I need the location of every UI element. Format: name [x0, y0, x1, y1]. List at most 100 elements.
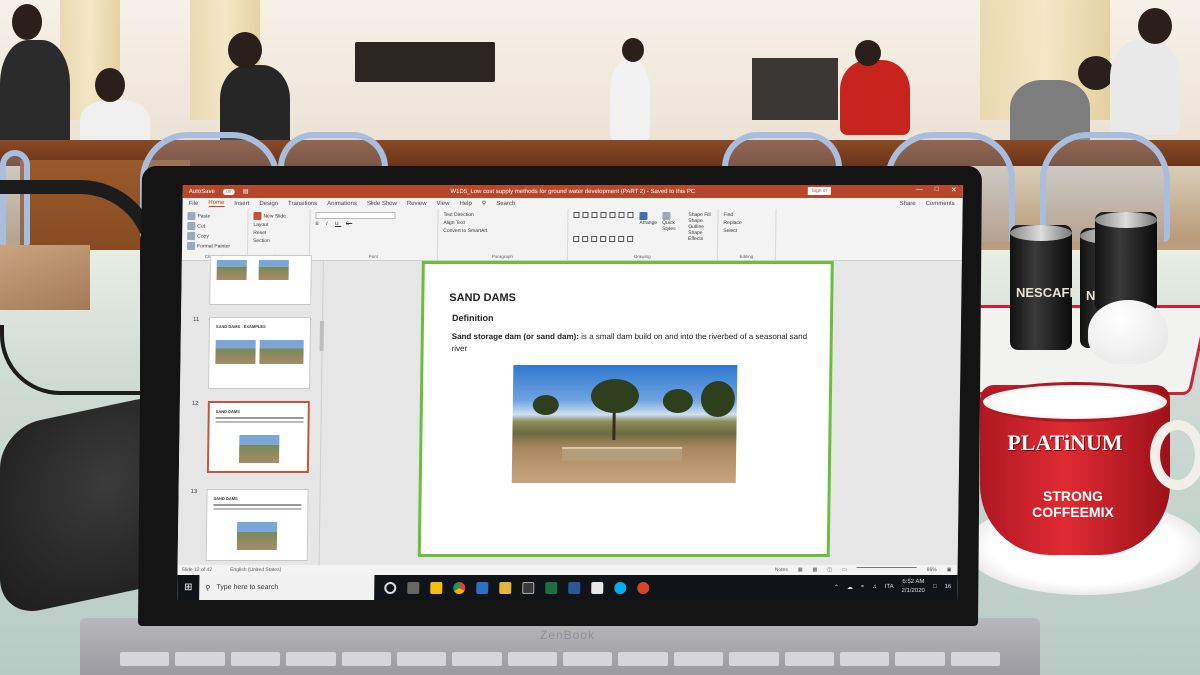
thumbnail-text [215, 417, 304, 419]
quick-styles-label: Quick Styles [662, 220, 676, 232]
shape-icon [582, 212, 589, 218]
dam-wall [562, 447, 683, 461]
slide-sorter-icon[interactable]: ▩ [813, 567, 818, 573]
shape-effects-button[interactable]: Shape Effects [688, 230, 712, 242]
slideshow-icon[interactable]: ▭ [842, 567, 847, 573]
taskbar-search[interactable]: ⚲ Type here to search [199, 575, 375, 600]
shape-outline-button[interactable]: Shape Outline [688, 218, 712, 230]
tab-review[interactable]: Review [407, 201, 427, 207]
italic-icon[interactable]: I [326, 221, 330, 227]
person-head [1138, 8, 1172, 44]
shapes-gallery[interactable] [573, 212, 635, 257]
format-painter-button[interactable]: Format Painter [186, 242, 242, 250]
windows-start-icon[interactable]: ⊞ [177, 582, 199, 593]
skype-icon[interactable] [614, 581, 627, 594]
align-text-button[interactable]: Align Text [443, 220, 562, 226]
tab-design[interactable]: Design [259, 201, 278, 207]
chrome-icon[interactable] [453, 581, 466, 594]
slide-thumbnail[interactable]: SAND DAMS [205, 489, 309, 561]
tab-home[interactable]: Home [208, 200, 225, 207]
person-head [1078, 56, 1114, 90]
search-icon[interactable]: ⚲ [482, 200, 487, 207]
sticky-notes-icon[interactable] [430, 581, 443, 594]
cortana-icon[interactable] [384, 581, 397, 594]
wifi-icon[interactable]: ≈ [861, 584, 864, 590]
close-icon[interactable]: ✕ [951, 186, 957, 194]
bold-icon[interactable]: B [315, 221, 321, 227]
slide-thumbnail[interactable] [209, 255, 312, 305]
convert-smartart-button[interactable]: Convert to SmartArt [443, 228, 562, 234]
shape-icon [573, 235, 580, 242]
chevron-up-icon[interactable]: ⌃ [834, 584, 839, 591]
person [0, 40, 70, 150]
reading-view-icon[interactable]: ◫ [827, 567, 832, 573]
arrange-button[interactable]: Arrange [639, 212, 657, 257]
zoom-slider[interactable] [856, 567, 917, 568]
layout-button[interactable]: Layout [253, 222, 304, 228]
text-direction-button[interactable]: Text Direction [443, 212, 562, 218]
word-icon[interactable] [568, 581, 581, 594]
section-button[interactable]: Section [253, 238, 304, 244]
reset-button[interactable]: Reset [253, 230, 304, 236]
quick-styles-button[interactable]: Quick Styles [662, 212, 684, 257]
input-language[interactable]: ITA [885, 584, 894, 590]
task-view-icon[interactable] [407, 581, 420, 594]
powerpoint-icon[interactable] [637, 581, 650, 594]
slide-title: SAND DAMS [449, 292, 517, 304]
normal-view-icon[interactable]: ▦ [798, 567, 803, 573]
tab-help[interactable]: Help [459, 201, 471, 207]
notes-button[interactable]: Notes [775, 567, 788, 573]
clock-date: 2/1/2020 [901, 588, 925, 594]
language-status[interactable]: English (United States) [230, 567, 281, 573]
arrange-icon [639, 212, 648, 220]
slide-thumbnail[interactable]: SAND DAMS - EXAMPLES [208, 317, 312, 389]
fit-slide-icon[interactable]: ▣ [947, 567, 952, 573]
tabs-right: Share Comments [900, 201, 955, 207]
tab-view[interactable]: View [437, 201, 450, 207]
font-name-select[interactable] [315, 212, 396, 219]
tab-search[interactable]: Search [496, 201, 515, 207]
paste-icon [187, 212, 196, 220]
tab-animations[interactable]: Animations [327, 201, 357, 207]
taskbar-clock[interactable]: 6:52 AM 2/1/2020 [901, 578, 925, 596]
cut-button[interactable]: Cut [187, 222, 242, 230]
slide-thumbnail-selected[interactable]: SAND DAMS [206, 401, 310, 473]
comments-button[interactable]: Comments [926, 201, 955, 207]
editing-label: Editing [739, 254, 754, 259]
minimize-icon[interactable]: — [916, 186, 923, 194]
thumbnail-scrollbar[interactable] [319, 321, 324, 351]
notification-icon[interactable]: □ [933, 584, 937, 590]
tab-transitions[interactable]: Transitions [288, 201, 317, 207]
file-explorer-icon[interactable] [499, 581, 512, 594]
maximize-icon[interactable]: □ [935, 186, 939, 194]
zoom-level[interactable]: 86% [927, 567, 937, 573]
replace-button[interactable]: Replace [723, 220, 770, 226]
store-icon[interactable] [522, 581, 535, 594]
shape-icon [618, 212, 625, 218]
outlook-icon[interactable] [476, 581, 489, 594]
cup-brand: PLATiNUM [1007, 430, 1123, 455]
share-button[interactable]: Share [900, 201, 916, 207]
current-slide[interactable]: SAND DAMS Definition Sand storage dam (o… [417, 261, 834, 557]
volume-icon[interactable]: ♫ [872, 584, 877, 590]
excel-icon[interactable] [545, 581, 558, 594]
tab-file[interactable]: File [189, 201, 199, 207]
cut-label: Cut [197, 223, 206, 230]
search-icon: ⚲ [205, 584, 211, 592]
find-button[interactable]: Find [723, 212, 770, 218]
new-slide-button[interactable]: New Slide [253, 212, 304, 220]
brush-icon [186, 242, 196, 250]
strike-icon[interactable]: S [346, 221, 352, 227]
tab-insert[interactable]: Insert [234, 201, 249, 207]
sign-in-button[interactable]: Sign in [807, 187, 831, 195]
tree-canopy [662, 389, 694, 413]
tab-slide-show[interactable]: Slide Show [367, 201, 397, 207]
tree-canopy [700, 381, 736, 417]
cloud-icon[interactable]: ☁ [847, 584, 853, 591]
copy-button[interactable]: Copy [187, 232, 242, 240]
paste-button[interactable]: Paste [187, 212, 242, 220]
document-icon[interactable] [591, 581, 604, 594]
select-button[interactable]: Select [723, 228, 770, 234]
underline-icon[interactable]: U [335, 221, 342, 227]
shape-icon [618, 235, 625, 242]
